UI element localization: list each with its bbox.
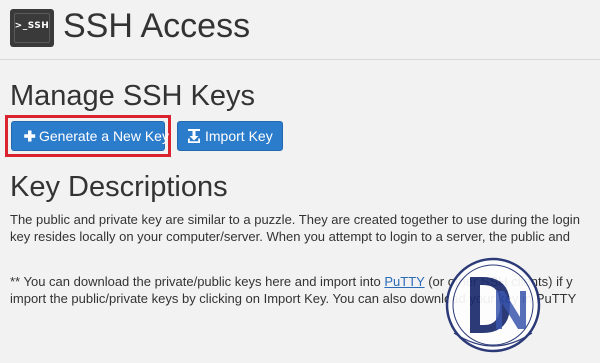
import-key-label: Import Key [205, 128, 273, 144]
import-upload-icon [187, 122, 201, 150]
generate-new-key-button[interactable]: Generate a New Key [11, 121, 169, 151]
header-divider [0, 59, 600, 60]
manage-ssh-keys-heading: Manage SSH Keys [10, 80, 256, 112]
terminal-ssh-icon: >_SSH [10, 9, 54, 47]
plus-icon [23, 122, 37, 150]
page-header: >_SSH SSH Access [0, 0, 600, 60]
download-note-text-before: ** You can download the private/public k… [10, 274, 385, 289]
import-key-button[interactable]: Import Key [177, 121, 283, 151]
key-description-line-1: The public and private key are similar t… [10, 212, 580, 227]
key-descriptions-heading: Key Descriptions [10, 171, 228, 203]
key-description-line-2: key resides locally on your computer/ser… [10, 229, 571, 244]
ssh-icon-label: >_SSH [14, 21, 50, 31]
ssh-access-page: >_SSH SSH Access Manage SSH Keys Generat… [0, 0, 600, 363]
generate-new-key-label: Generate a New Key [39, 128, 169, 144]
watermark-logo [440, 255, 546, 361]
page-title: SSH Access [63, 7, 251, 45]
putty-link[interactable]: PuTTY [384, 274, 424, 289]
